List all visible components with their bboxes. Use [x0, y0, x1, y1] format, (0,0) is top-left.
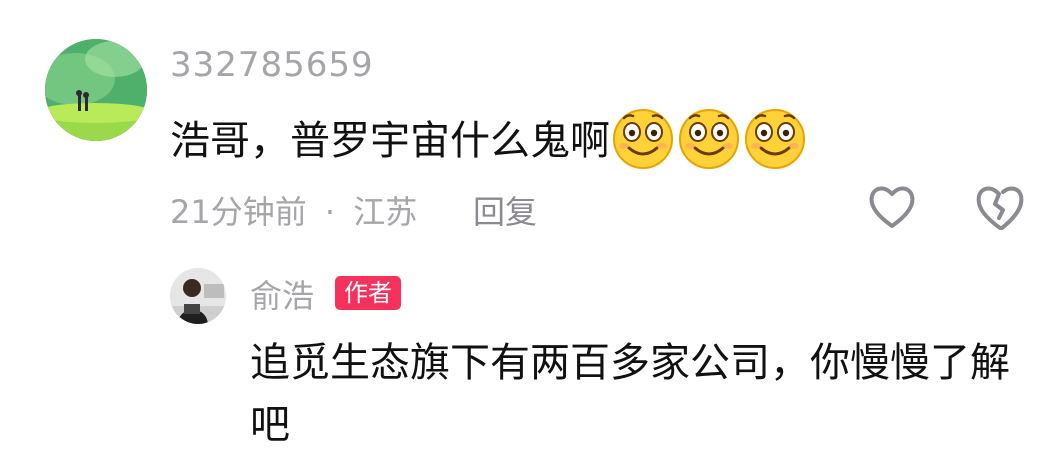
emoji-row [610, 104, 808, 170]
author-photo [170, 268, 226, 324]
comment-meta: 21分钟前 · 江苏 [170, 187, 417, 233]
smile-emoji [610, 104, 676, 170]
comment-body: 浩哥，普罗宇宙什么鬼啊 [170, 104, 808, 170]
smile-emoji [676, 104, 742, 170]
reply-text: 追觅生态旗下有两百多家公司，你慢慢了解吧 [250, 340, 1010, 448]
avatar-landscape-image [45, 39, 147, 141]
comment-time: 21分钟前 [170, 193, 307, 231]
comment-text: 浩哥，普罗宇宙什么鬼啊 [170, 118, 610, 164]
commenter-avatar[interactable] [45, 39, 147, 141]
reply-button[interactable]: 回复 [473, 187, 537, 233]
meta-separator: · [324, 193, 336, 231]
author-avatar[interactable] [170, 268, 226, 324]
comment-location: 江苏 [353, 193, 418, 231]
broken-heart-icon[interactable] [973, 184, 1027, 232]
commenter-username[interactable]: 332785659 [170, 45, 374, 85]
heart-outline-icon[interactable] [867, 184, 917, 230]
author-username[interactable]: 俞浩 [250, 271, 314, 317]
smile-emoji [742, 104, 808, 170]
author-badge: 作者 [335, 276, 401, 310]
